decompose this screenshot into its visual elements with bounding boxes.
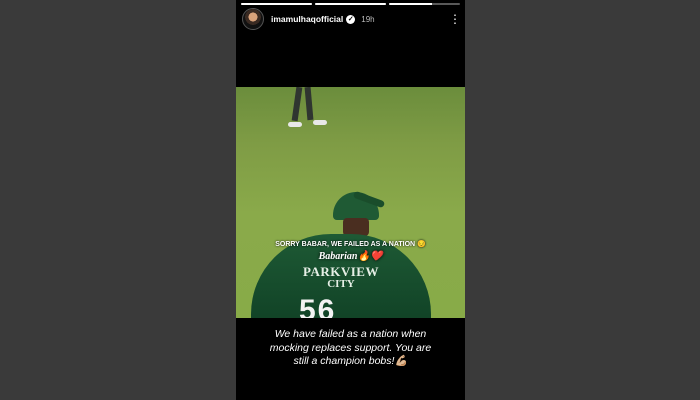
story-overlay-text: SORRY BABAR, WE FAILED AS A NATION 😔 <box>275 241 426 248</box>
progress-segment <box>241 3 312 5</box>
story-viewer[interactable]: imamulhaqofficial ✓ 19h ⋮ PARKVIEW CITY … <box>236 0 465 400</box>
story-media: PARKVIEW CITY 56 SORRY BABAR, WE FAILED … <box>236 87 465 318</box>
username[interactable]: imamulhaqofficial <box>271 14 343 24</box>
verified-badge-icon: ✓ <box>346 14 356 24</box>
post-time: 19h <box>361 14 375 24</box>
more-options-icon[interactable]: ⋮ <box>449 13 461 25</box>
progress-segment <box>315 3 386 5</box>
story-header: imamulhaqofficial ✓ 19h ⋮ <box>242 8 461 30</box>
jersey-sponsor-city: CITY <box>327 278 355 290</box>
progress-segment <box>389 3 460 5</box>
jersey-number: 56 <box>299 294 337 318</box>
story-caption: We have failed as a nation when mocking … <box>269 328 432 367</box>
avatar[interactable] <box>242 8 264 30</box>
story-overlay-tag: Babarian🔥❤️ <box>318 251 383 262</box>
background-player-legs <box>286 87 327 127</box>
story-progress-bar <box>241 3 460 5</box>
